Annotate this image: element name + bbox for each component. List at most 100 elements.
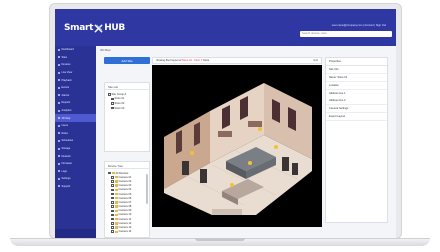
nav-bullet-icon (58, 124, 60, 127)
shelf (248, 121, 262, 127)
sidebar-item-storage[interactable]: Storage (55, 145, 96, 153)
sidebar-item-support[interactable]: Support (55, 183, 96, 191)
sidebar-item-sites[interactable]: Sites (55, 54, 96, 62)
checkbox[interactable] (111, 209, 114, 213)
checkbox[interactable] (111, 180, 114, 183)
nav-bullet-icon (58, 162, 60, 165)
folder-icon (114, 217, 118, 221)
sidebar-item-label: Storage (61, 147, 71, 151)
checkbox[interactable] (111, 188, 114, 192)
checkbox[interactable] (108, 93, 111, 96)
checkbox[interactable] (108, 171, 111, 175)
sidebar-item-3d-map[interactable]: 3D Map (55, 114, 96, 122)
property-row[interactable]: Site Info (326, 66, 387, 74)
folder-icon (114, 176, 118, 179)
camera-marker-icon[interactable] (274, 145, 278, 149)
sidebar-item-playback[interactable]: Playback (55, 76, 96, 84)
device-item-label: All Devices (115, 171, 129, 175)
checkbox[interactable] (111, 196, 114, 200)
camera-marker-icon[interactable] (258, 127, 262, 131)
nav-bullet-icon (58, 86, 60, 89)
app-screen: Smart HUB user.name@company.com | Accoun… (55, 9, 396, 238)
sidebar-item-label: Sites (61, 55, 68, 59)
logo-text-left: Smart (64, 23, 94, 33)
tree-item-label: Site Group A (111, 92, 127, 96)
checkbox[interactable] (111, 205, 114, 208)
checkbox[interactable] (111, 213, 114, 217)
device-item-label: Camera 11 (118, 217, 132, 221)
properties-title: Properties (326, 58, 387, 66)
sidebar-item-label: Roles (61, 131, 68, 135)
property-row[interactable]: Address line 1 (326, 90, 387, 97)
nav-bullet-icon (58, 48, 60, 51)
sidebar-item-label: Logs (61, 169, 67, 173)
sidebar-item-firmware[interactable]: Firmware (55, 160, 96, 168)
checkbox[interactable] (111, 106, 114, 110)
property-row[interactable]: Address line 2 (326, 97, 387, 105)
tree-item-label: Store 03 (114, 106, 125, 110)
checkbox[interactable] (111, 201, 114, 204)
checkbox[interactable] (111, 192, 114, 196)
sidebar-item-analytics[interactable]: Analytics (55, 107, 96, 115)
add-site-button[interactable]: Add Site (104, 57, 150, 64)
folder-icon (114, 209, 118, 212)
device-item[interactable]: Camera 14 (108, 230, 146, 234)
sidebar-item-label: Settings (61, 177, 71, 181)
display-case (200, 169, 207, 183)
sidebar-list: Dashboard Sites Devices Live View Playback Ev… (55, 46, 96, 190)
camera-marker-icon[interactable] (248, 161, 252, 165)
sidebar-item-schedules[interactable]: Schedules (55, 137, 96, 145)
folder-icon (114, 222, 118, 225)
checkbox[interactable] (111, 176, 114, 179)
checkbox[interactable] (111, 230, 114, 233)
user-menu[interactable]: user.name@company.com | Account | Sign O… (332, 24, 386, 27)
nav-bullet-icon (58, 132, 60, 135)
folder-icon (114, 226, 118, 229)
logo-x-icon (94, 23, 103, 33)
camera-marker-icon[interactable] (230, 183, 234, 187)
nav-bullet-icon (58, 56, 60, 59)
sidebar-item-users[interactable]: Users (55, 122, 96, 130)
sidebar-item-alarms[interactable]: Alarms (55, 92, 96, 100)
sidebar-item-roles[interactable]: Roles (55, 130, 96, 138)
folder-icon (114, 184, 118, 187)
checkbox[interactable] (111, 102, 114, 105)
device-item-label: Camera 02 (118, 179, 132, 183)
device-item-label: Camera 09 (118, 209, 132, 213)
properties-panel: Properties Site Info Name: Store 01 Locati… (325, 57, 388, 223)
sidebar-footer (55, 229, 96, 238)
device-tree-panel: Device Tree All Devices Camera 01 Camera 0… (104, 161, 150, 238)
property-row[interactable]: Export Layout (326, 113, 387, 121)
device-tree-scrollbar[interactable] (146, 174, 148, 204)
sidebar-item-live-view[interactable]: Live View (55, 69, 96, 77)
sidebar-item-logs[interactable]: Logs (55, 168, 96, 176)
folder-icon (114, 201, 118, 204)
search-input[interactable]: Search devices, sites... (300, 31, 392, 37)
device-item-label: Camera 12 (118, 221, 132, 225)
checkbox[interactable] (111, 97, 114, 101)
sidebar-item-settings[interactable]: Settings (55, 175, 96, 183)
property-row[interactable]: Name: Store 01 (326, 74, 387, 82)
sidebar-item-devices[interactable]: Devices (55, 61, 96, 69)
sidebar-item-reports[interactable]: Reports (55, 99, 96, 107)
display-case (292, 163, 298, 175)
sidebar-item-network[interactable]: Network (55, 152, 96, 160)
camera-marker-icon[interactable] (190, 151, 194, 155)
app-logo[interactable]: Smart HUB (64, 23, 125, 33)
checkbox[interactable] (111, 184, 114, 187)
checkbox[interactable] (111, 226, 114, 229)
device-item-label: Camera 13 (118, 226, 132, 230)
checkbox[interactable] (111, 217, 114, 221)
property-row[interactable]: Location (326, 82, 387, 90)
wall-display (222, 105, 230, 129)
sidebar-item-events[interactable]: Events (55, 84, 96, 92)
checkbox[interactable] (111, 222, 114, 225)
3d-floor-viewer[interactable] (152, 65, 322, 227)
tree-item[interactable]: Store 03 (108, 106, 146, 111)
property-row[interactable]: Camera Settings (326, 105, 387, 113)
sidebar-item-label: Playback (61, 78, 72, 82)
sidebar-item-dashboard[interactable]: Dashboard (55, 46, 96, 54)
edit-link[interactable]: Edit (314, 59, 318, 62)
folder-icon (114, 213, 118, 217)
isometric-store-render (164, 83, 312, 215)
